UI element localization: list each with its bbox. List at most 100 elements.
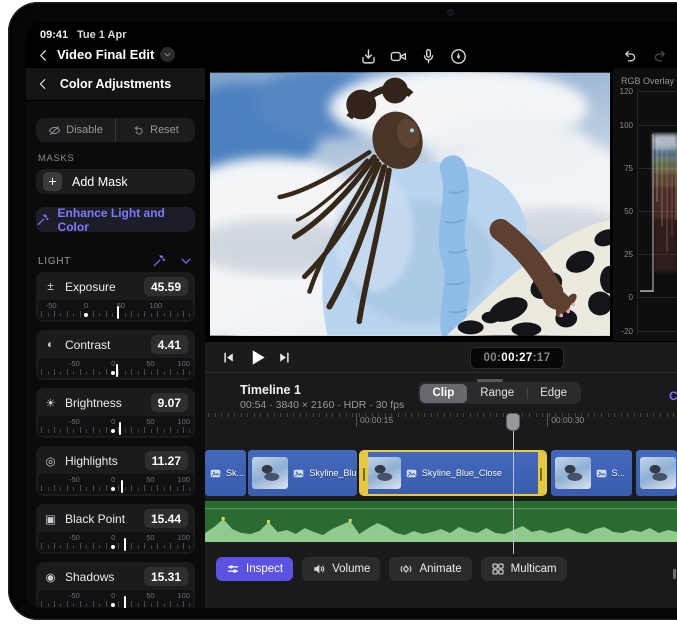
ruler-tick [437, 413, 438, 417]
tick-mark [60, 603, 61, 607]
slider-cursor[interactable] [117, 306, 119, 319]
skip-forward-button[interactable] [277, 350, 292, 365]
collapse-chevron-icon[interactable] [179, 254, 193, 268]
reset-button[interactable]: Reset [115, 118, 195, 142]
tick-mark [164, 429, 165, 433]
slider-track[interactable]: -50050100 [38, 532, 193, 552]
tab-range[interactable]: Range [467, 384, 527, 403]
volume-button[interactable]: Volume [302, 557, 380, 581]
tick-mark [106, 601, 107, 607]
preview-frame-image [210, 72, 610, 336]
tab-clip[interactable]: Clip [420, 384, 468, 403]
slider-cursor[interactable] [119, 422, 121, 435]
slider-value-field[interactable]: 4.41 [151, 335, 188, 354]
slider-track[interactable]: -50050100 [38, 300, 193, 320]
trim-handle-left[interactable] [361, 452, 368, 494]
pencil-icon[interactable] [450, 48, 467, 65]
clip-clip[interactable] [636, 450, 677, 496]
slider-value-field[interactable]: 15.44 [144, 509, 188, 528]
tick-mark [48, 487, 49, 491]
playhead-handle[interactable] [506, 413, 520, 431]
timeline-ruler[interactable]: 00:00:1500:00:30 [205, 411, 677, 437]
audio-track[interactable] [205, 501, 677, 542]
tick-mark [131, 311, 132, 317]
slider-value-field[interactable]: 15.31 [144, 567, 188, 586]
slider-cursor[interactable] [124, 596, 126, 608]
import-icon[interactable] [360, 48, 377, 65]
slider-shadows: ◉Shadows15.31-50050100 [36, 562, 195, 608]
tick-mark [80, 601, 81, 607]
ruler-tick [411, 413, 412, 417]
skip-back-button[interactable] [221, 350, 236, 365]
tick-mark [177, 545, 178, 549]
inspect-icon [226, 562, 240, 576]
audio-waveform [205, 501, 677, 542]
slider-value-field[interactable]: 45.59 [144, 277, 188, 296]
tick-mark [164, 371, 165, 375]
back-button[interactable] [36, 48, 51, 63]
tick-mark [99, 603, 100, 607]
black-point-icon: ▣ [43, 512, 58, 526]
clip-label: Skyline_Blue_Close [422, 468, 502, 478]
panel-title: Color Adjustments [26, 68, 205, 100]
tick-mark [144, 543, 145, 549]
enhance-light-color-button[interactable]: Enhance Light and Color [36, 207, 195, 232]
project-title-menu[interactable]: Video Final Edit [57, 47, 175, 62]
slider-highlights: ◎Highlights11.27-50050100 [36, 446, 195, 496]
tick-mark [144, 311, 145, 317]
ruler-tick [313, 413, 314, 417]
tick-mark [41, 601, 42, 607]
tick-mark [138, 487, 139, 491]
clip-sk-[interactable]: Sk... [205, 450, 246, 496]
tick-mark [54, 369, 55, 375]
slider-tick-label: 0 [111, 533, 115, 542]
disable-button[interactable]: Disable [36, 118, 115, 142]
ruler-tick [241, 413, 242, 417]
tick-mark [60, 487, 61, 491]
timecode-display[interactable]: 00: 00:27 :17 [470, 347, 564, 369]
camera-icon[interactable] [390, 48, 407, 65]
tick-mark [170, 543, 171, 549]
tick-mark [157, 311, 158, 317]
clip-s-[interactable]: S... [551, 450, 633, 496]
clip-skyline-blue-close[interactable]: Skyline_Blue_Close [359, 450, 547, 496]
slider-cursor[interactable] [121, 480, 123, 493]
ruler-tick [247, 413, 248, 417]
slider-track[interactable]: -50050100 [38, 474, 193, 494]
slider-cursor[interactable] [124, 538, 126, 551]
tab-edge[interactable]: Edge [527, 384, 580, 403]
slider-track[interactable]: -50050100 [38, 416, 193, 436]
video-preview[interactable] [205, 68, 612, 341]
clip-skyline-blue-wide[interactable]: Skyline_Blue_Wide [248, 450, 356, 496]
scope-gridline [637, 331, 677, 332]
slider-label: Brightness [65, 396, 144, 410]
rgb-overlay-scope: RGB Overlay 1201007550250-20 [612, 68, 677, 341]
ruler-tick [457, 413, 458, 417]
slider-value-field[interactable]: 11.27 [145, 451, 188, 470]
play-button[interactable] [247, 347, 268, 368]
animate-button[interactable]: Animate [389, 557, 471, 581]
inspect-button[interactable]: Inspect [216, 557, 293, 581]
slider-value-field[interactable]: 9.07 [151, 393, 188, 412]
ruler-tick [418, 413, 419, 417]
undo-button[interactable] [622, 48, 638, 64]
auto-enhance-icon[interactable] [152, 254, 166, 268]
microphone-icon[interactable] [420, 48, 437, 65]
slider-tick-label: -50 [46, 301, 57, 310]
multicam-button[interactable]: Multicam [481, 557, 567, 581]
tick-mark [170, 369, 171, 375]
trim-handle-right[interactable] [538, 452, 545, 494]
redo-button[interactable] [652, 48, 668, 64]
slider-track[interactable]: -50050100 [38, 590, 193, 608]
slider-cursor[interactable] [116, 364, 118, 377]
tick-mark [151, 313, 152, 317]
slider-track[interactable]: -50050100 [38, 358, 193, 378]
title-menu-button[interactable] [160, 47, 175, 62]
add-mask-button[interactable]: Add Mask [36, 169, 195, 194]
slider-origin-dot [111, 487, 115, 491]
ruler-tick [601, 413, 602, 417]
partial-button[interactable]: C [669, 389, 677, 403]
ruler-tick [267, 413, 268, 417]
clip-label: Skyline_Blue_Wide [309, 468, 356, 478]
tick-mark [118, 369, 119, 375]
